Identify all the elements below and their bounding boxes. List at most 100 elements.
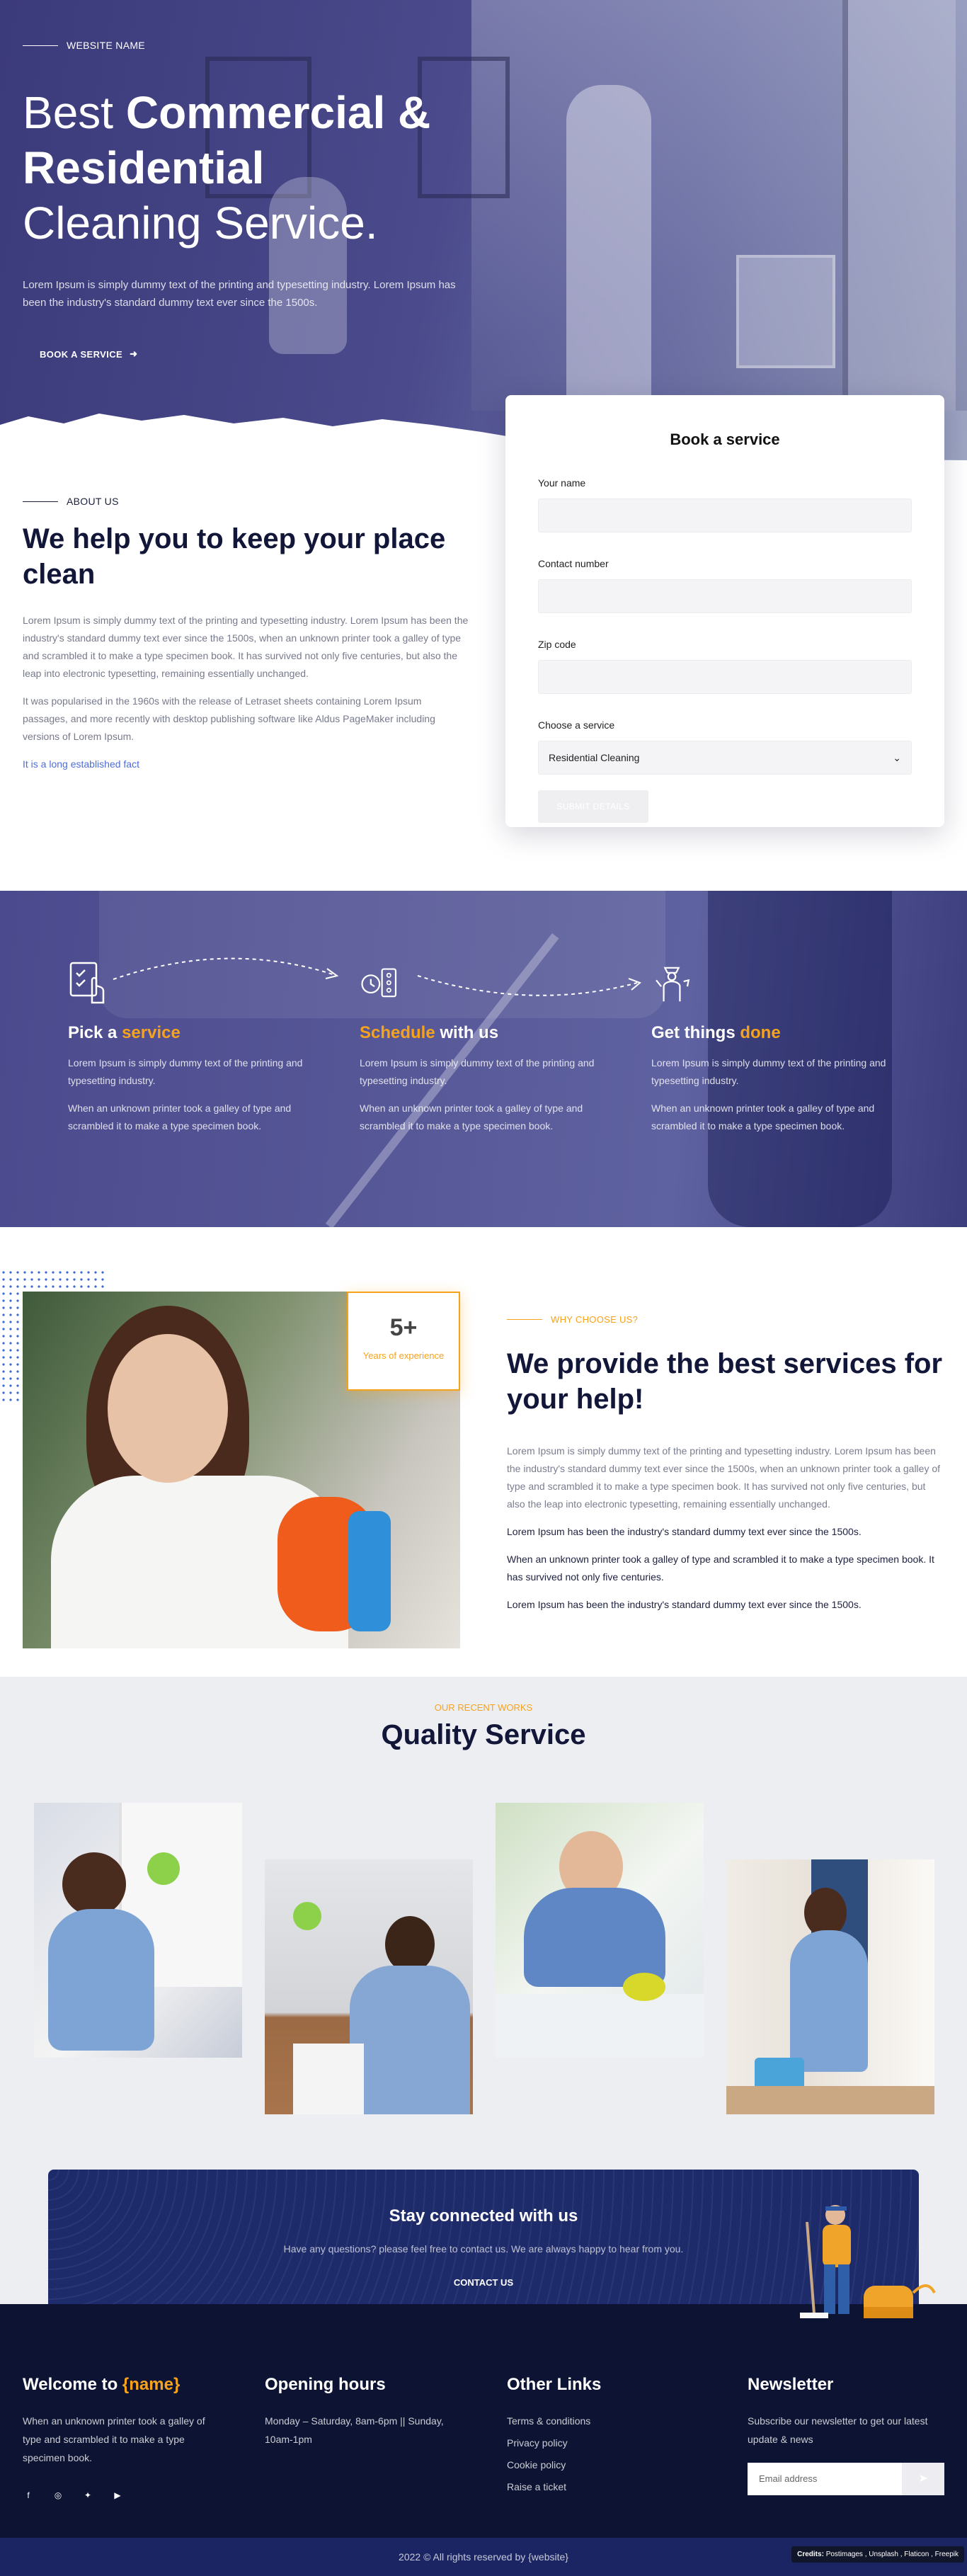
- about-paragraph: It was popularised in the 1960s with the…: [23, 695, 435, 742]
- hero-lead: Lorem Ipsum is simply dummy text of the …: [23, 279, 456, 309]
- why-eyebrow-label: WHY CHOOSE US?: [551, 1314, 639, 1325]
- why-point: When an unknown printer took a galley of…: [507, 1554, 934, 1583]
- footer-link[interactable]: Cookie policy: [507, 2454, 705, 2476]
- photo-figure: [48, 1909, 154, 2051]
- photo-glove: [623, 1973, 665, 2001]
- about-section: ABOUT US We help you to keep your place …: [23, 496, 469, 770]
- footer-hours-title: Opening hours: [265, 2375, 386, 2394]
- booking-form: Book a service Your name Contact number …: [505, 395, 944, 827]
- newsletter-title: Newsletter: [748, 2375, 834, 2394]
- footer: Welcome to {name} When an unknown printe…: [0, 2304, 967, 2538]
- why-eyebrow: WHY CHOOSE US?: [507, 1314, 946, 1325]
- credits-label: Credits:: [797, 2551, 824, 2558]
- hero-title-light: Cleaning Service.: [23, 198, 378, 249]
- photo-figure: [62, 1852, 126, 1916]
- step-text: When an unknown printer took a galley of…: [360, 1102, 583, 1132]
- about-title: We help you to keep your place clean: [23, 523, 446, 590]
- facebook-icon[interactable]: f: [23, 2490, 34, 2501]
- experience-badge: 5+ Years of experience: [347, 1292, 460, 1391]
- footer-links-title: Other Links: [507, 2375, 602, 2394]
- newsletter-form: Email address ➤: [748, 2463, 944, 2495]
- step-title-accent: service: [122, 1023, 181, 1042]
- steps-section: Pick a service Lorem Ipsum is simply dum…: [0, 891, 967, 1227]
- why-section: WHY CHOOSE US? We provide the best servi…: [507, 1314, 946, 1614]
- service-select[interactable]: Residential Cleaning ⌄: [538, 741, 912, 775]
- step-title: Pick a service: [68, 1023, 323, 1043]
- credits-badge: Credits: Postimages , Unsplash , Flatico…: [791, 2546, 964, 2563]
- photo-sink: [293, 2044, 364, 2114]
- work-photo[interactable]: [726, 1859, 934, 2114]
- chevron-down-icon: ⌄: [893, 751, 901, 763]
- hero-title-light: Best: [23, 87, 126, 138]
- hero-title-bold: Residential: [23, 142, 265, 193]
- step-pick-service: Pick a service Lorem Ipsum is simply dum…: [68, 959, 323, 1135]
- janitor-illustration: [800, 2205, 936, 2318]
- twitter-icon[interactable]: ✦: [82, 2490, 93, 2501]
- work-photo[interactable]: [265, 1859, 473, 2114]
- photo-figure: [385, 1916, 435, 1973]
- footer-links-list: Terms & conditions Privacy policy Cookie…: [507, 2410, 705, 2498]
- zip-label: Zip code: [538, 639, 576, 650]
- step-text: Lorem Ipsum is simply dummy text of the …: [360, 1057, 595, 1086]
- step-title: Schedule with us: [360, 1023, 614, 1043]
- about-link[interactable]: It is a long established fact: [23, 758, 469, 770]
- site-name-label: WEBSITE NAME: [67, 40, 145, 51]
- footer-link[interactable]: Raise a ticket: [507, 2476, 705, 2498]
- step-title-part: Pick a: [68, 1023, 122, 1042]
- instagram-icon[interactable]: ◎: [52, 2490, 64, 2501]
- step-title: Get things done: [651, 1023, 906, 1043]
- footer-welcome-accent: {name}: [122, 2375, 181, 2394]
- photo-glove: [147, 1852, 180, 1885]
- step-schedule: Schedule with us Lorem Ipsum is simply d…: [360, 959, 614, 1135]
- footer-welcome-title: Welcome to {name}: [23, 2375, 221, 2395]
- about-eyebrow: ABOUT US: [23, 496, 469, 507]
- hero-title-bold: Commercial &: [125, 87, 431, 138]
- zip-field[interactable]: [538, 660, 912, 694]
- experience-label: Years of experience: [362, 1350, 445, 1361]
- why-title: We provide the best services for your he…: [507, 1348, 943, 1415]
- footer-link[interactable]: Terms & conditions: [507, 2410, 705, 2432]
- arrow-right-icon: ➜: [130, 348, 138, 359]
- photo-figure: [350, 1966, 470, 2114]
- works-eyebrow: OUR RECENT WORKS: [434, 1702, 533, 1713]
- contact-field[interactable]: [538, 579, 912, 613]
- step-get-done: Get things done Lorem Ipsum is simply du…: [651, 959, 906, 1135]
- hero-worker-figure: [566, 85, 651, 411]
- footer-welcome-part: Welcome to: [23, 2375, 122, 2394]
- footer-welcome-text: When an unknown printer took a galley of…: [23, 2415, 205, 2463]
- eyebrow-line: [23, 45, 58, 46]
- hero-fireplace: [736, 255, 835, 368]
- work-photo[interactable]: [496, 1803, 704, 2058]
- site-name[interactable]: WEBSITE NAME: [23, 40, 145, 51]
- footer-hours: Opening hours Monday – Saturday, 8am-6pm…: [265, 2375, 463, 2449]
- step-title-part: Get things: [651, 1023, 740, 1042]
- youtube-icon[interactable]: ▶: [112, 2490, 123, 2501]
- step-text: Lorem Ipsum is simply dummy text of the …: [651, 1057, 886, 1086]
- send-icon[interactable]: ➤: [902, 2463, 944, 2495]
- hero-door: [842, 0, 956, 411]
- newsletter-text: Subscribe our newsletter to get our late…: [748, 2415, 928, 2445]
- name-label: Your name: [538, 477, 586, 489]
- footer-links: Other Links Terms & conditions Privacy p…: [507, 2375, 705, 2498]
- why-paragraph: Lorem Ipsum is simply dummy text of the …: [507, 1445, 941, 1510]
- book-service-button[interactable]: BOOK A SERVICE ➜: [40, 348, 137, 360]
- service-label: Choose a service: [538, 719, 615, 731]
- submit-button[interactable]: SUBMIT DETAILS: [538, 790, 648, 823]
- hero-title: Best Commercial & Residential Cleaning S…: [23, 85, 518, 251]
- footer-hours-text: Monday – Saturday, 8am-6pm || Sunday, 10…: [265, 2415, 444, 2445]
- image-shape: [108, 1334, 228, 1483]
- email-input[interactable]: Email address: [748, 2463, 902, 2495]
- step-title-accent: done: [740, 1023, 781, 1042]
- footer-link[interactable]: Privacy policy: [507, 2432, 705, 2454]
- why-point: Lorem Ipsum has been the industry's stan…: [507, 1526, 862, 1537]
- work-photo[interactable]: [34, 1803, 242, 2058]
- photo-figure: [790, 1930, 868, 2072]
- image-shape: [348, 1511, 391, 1631]
- why-point: Lorem Ipsum has been the industry's stan…: [507, 1599, 862, 1610]
- book-service-label: BOOK A SERVICE: [40, 348, 123, 360]
- about-eyebrow-label: ABOUT US: [67, 496, 119, 507]
- name-field[interactable]: [538, 498, 912, 532]
- step-title-accent: Schedule: [360, 1023, 435, 1042]
- footer-welcome: Welcome to {name} When an unknown printe…: [23, 2375, 221, 2501]
- step-title-part: with us: [435, 1023, 499, 1042]
